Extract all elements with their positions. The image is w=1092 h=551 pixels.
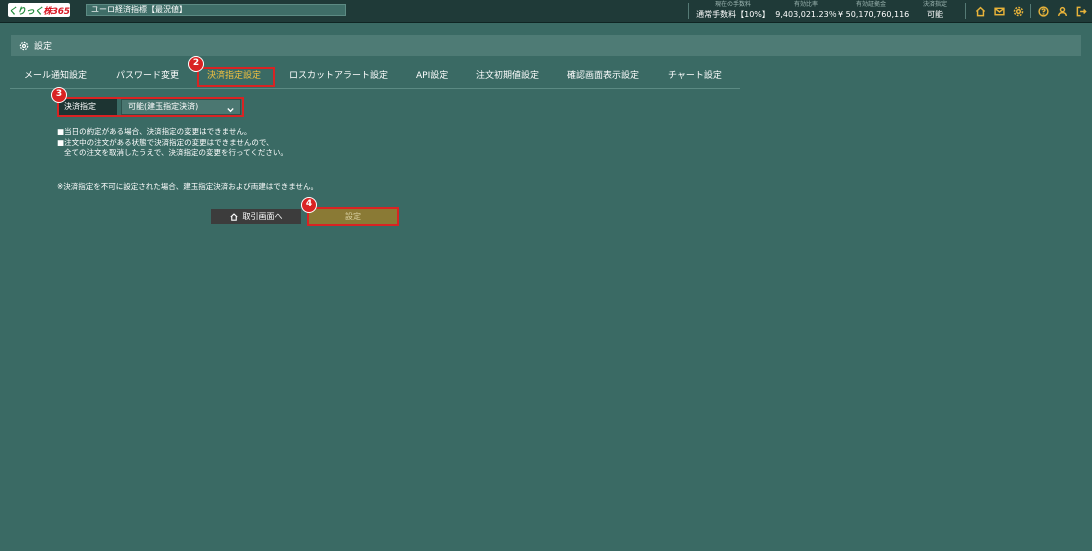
stat-fee-label: 現在の手数料 <box>714 1 751 8</box>
note-line: ■注文中の注文がある状態で決済指定の変更はできませんので、 <box>57 137 274 147</box>
stat-settlement-value: 可能 <box>927 10 943 19</box>
stat-divider <box>965 3 966 19</box>
help-icon[interactable] <box>1036 4 1050 18</box>
stat-fee: 現在の手数料 通常手数料【10%】 <box>696 1 770 20</box>
step-badge-3: 3 <box>51 87 67 103</box>
stat-margin-value: ¥ 50,170,760,116 <box>838 10 910 19</box>
toolbar-divider <box>1030 4 1031 18</box>
brand-logo: くりっく 株365 <box>8 3 70 17</box>
stat-fee-value: 通常手数料【10%】 <box>696 10 770 19</box>
tab-losscut-alert[interactable]: ロスカットアラート設定 <box>289 66 388 86</box>
note-line: 全ての注文を取消したうえで、決済指定の変更を行ってください。 <box>64 148 288 157</box>
page-title: 設定 <box>34 42 53 52</box>
highlight-tab <box>197 67 275 87</box>
tab-api-setting[interactable]: API設定 <box>416 66 448 86</box>
mail-icon[interactable] <box>992 4 1006 18</box>
tab-confirm-display[interactable]: 確認画面表示設定 <box>567 66 639 86</box>
note-line: ■当日の約定がある場合、決済指定の変更はできません。 <box>57 127 252 136</box>
stat-divider <box>688 3 689 19</box>
logo-prefix: くりっく <box>8 6 44 17</box>
tab-password-change[interactable]: パスワード変更 <box>116 66 179 86</box>
settings-tabs: メール通知設定 パスワード変更 決済指定設定 ロスカットアラート設定 API設定… <box>10 66 740 89</box>
logo-main: 株365 <box>43 6 70 17</box>
gear-icon[interactable] <box>1011 4 1025 18</box>
step-badge-2: 2 <box>188 56 204 72</box>
tab-chart-setting[interactable]: チャート設定 <box>668 66 722 86</box>
tab-mail-notification[interactable]: メール通知設定 <box>24 66 87 86</box>
gear-icon <box>19 41 29 51</box>
home-icon[interactable] <box>973 4 987 18</box>
settlement-notes: ■当日の約定がある場合、決済指定の変更はできません。 ■注文中の注文がある状態で… <box>57 127 288 159</box>
stat-ratio-label: 有効比率 <box>793 1 818 8</box>
logout-icon[interactable] <box>1074 4 1088 18</box>
instrument-selector[interactable]: ユーロ経済指標【最況値】 <box>86 4 346 16</box>
back-to-trading-button[interactable]: 取引画面へ <box>211 209 301 224</box>
stat-ratio-value: 9,403,021.23％ <box>775 10 837 19</box>
settlement-warning: ※決済指定を不可に設定された場合、建玉指定決済および両建はできません。 <box>57 182 319 191</box>
stat-settlement-label: 決済指定 <box>922 1 947 8</box>
highlight-save-button <box>307 207 399 226</box>
stat-margin-label: 有効証拠金 <box>855 1 886 8</box>
stat-ratio: 有効比率 9,403,021.23％ <box>774 1 838 20</box>
highlight-form-row <box>57 97 244 117</box>
stat-margin: 有効証拠金 ¥ 50,170,760,116 <box>838 1 910 20</box>
step-badge-4: 4 <box>301 197 317 213</box>
stat-settlement: 決済指定 可能 <box>912 1 958 20</box>
top-bar: くりっく 株365 ユーロ経済指標【最況値】 現在の手数料 通常手数料【10%】… <box>0 0 1092 23</box>
back-button-label: 取引画面へ <box>242 212 283 221</box>
home-icon <box>229 212 238 221</box>
toolbar-icons <box>968 3 1088 19</box>
settings-header: 設定 <box>11 35 1081 56</box>
tab-order-defaults[interactable]: 注文初期値設定 <box>476 66 539 86</box>
user-icon[interactable] <box>1055 4 1069 18</box>
